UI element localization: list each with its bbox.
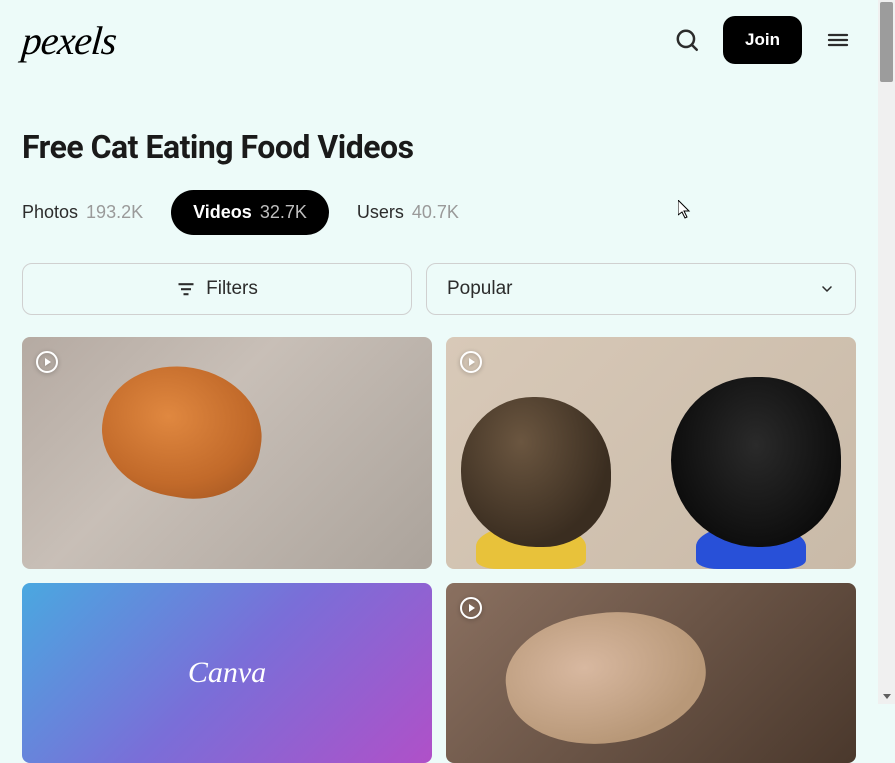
video-card[interactable] (446, 337, 856, 569)
tab-count: 40.7K (412, 202, 459, 223)
tab-photos[interactable]: Photos 193.2K (22, 190, 143, 235)
tab-label: Videos (193, 202, 252, 223)
play-icon (459, 596, 483, 620)
tab-users[interactable]: Users 40.7K (357, 190, 459, 235)
ad-brand-logo: Canva (188, 656, 266, 690)
tabs: Photos 193.2K Videos 32.7K Users 40.7K (0, 190, 878, 235)
tab-count: 32.7K (260, 202, 307, 223)
video-thumbnail (446, 583, 856, 763)
sort-label: Popular (447, 278, 513, 300)
sort-dropdown[interactable]: Popular (426, 263, 856, 315)
play-badge (34, 349, 60, 375)
play-badge (458, 349, 484, 375)
page-title: Free Cat Eating Food Videos (0, 80, 878, 190)
video-card[interactable] (446, 583, 856, 763)
play-icon (35, 350, 59, 374)
tab-count: 193.2K (86, 202, 143, 223)
scrollbar[interactable] (878, 0, 895, 704)
header-actions: Join (673, 16, 852, 64)
play-icon (459, 350, 483, 374)
results-grid: Canva (0, 337, 878, 763)
filter-icon (176, 279, 196, 299)
logo[interactable]: pexels (20, 17, 118, 64)
page: pexels Join Free Cat Eating Food Videos … (0, 0, 878, 704)
tab-label: Users (357, 202, 404, 223)
search-button[interactable] (673, 26, 701, 54)
scrollbar-arrow-down[interactable] (880, 689, 893, 702)
grid-column (446, 337, 856, 763)
search-icon (674, 27, 700, 53)
video-thumbnail (22, 337, 432, 569)
play-badge (458, 595, 484, 621)
controls-row: Filters Popular (0, 263, 878, 315)
ad-card[interactable]: Canva (22, 583, 432, 763)
ad-thumbnail: Canva (22, 583, 432, 763)
chevron-down-icon (819, 281, 835, 297)
tab-label: Photos (22, 202, 78, 223)
filters-button[interactable]: Filters (22, 263, 412, 315)
grid-column: Canva (22, 337, 432, 763)
header: pexels Join (0, 0, 878, 80)
join-button[interactable]: Join (723, 16, 802, 64)
tab-videos[interactable]: Videos 32.7K (171, 190, 329, 235)
menu-button[interactable] (824, 26, 852, 54)
video-thumbnail (446, 337, 856, 569)
filters-label: Filters (206, 278, 258, 300)
hamburger-icon (826, 28, 850, 52)
scrollbar-thumb[interactable] (880, 2, 893, 82)
video-card[interactable] (22, 337, 432, 569)
